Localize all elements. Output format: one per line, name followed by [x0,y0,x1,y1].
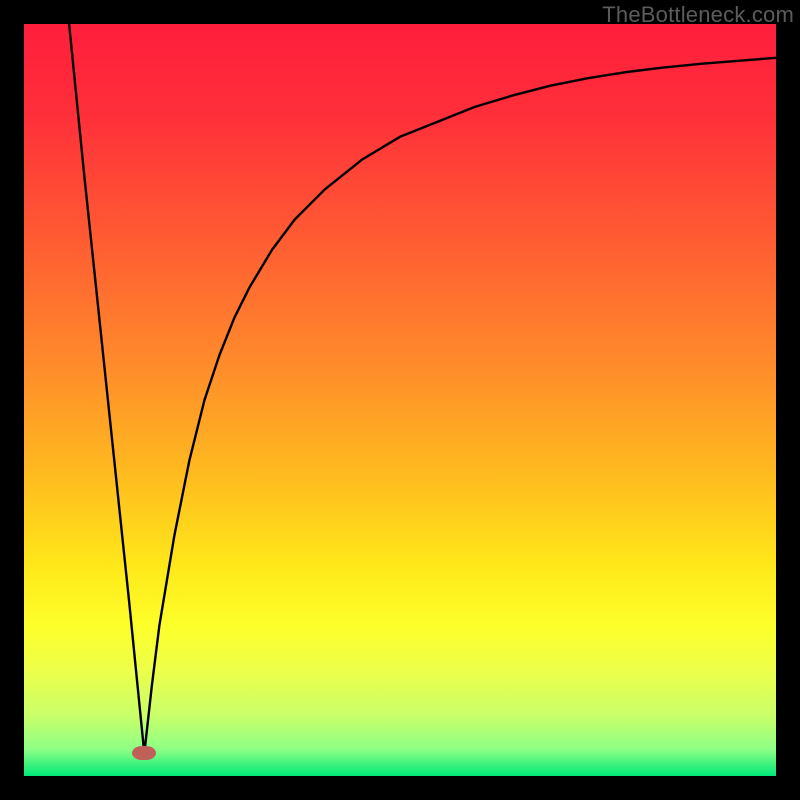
plot-area [24,24,776,776]
bottleneck-curve [24,24,776,776]
minimum-marker [132,746,156,760]
chart-frame: TheBottleneck.com [0,0,800,800]
